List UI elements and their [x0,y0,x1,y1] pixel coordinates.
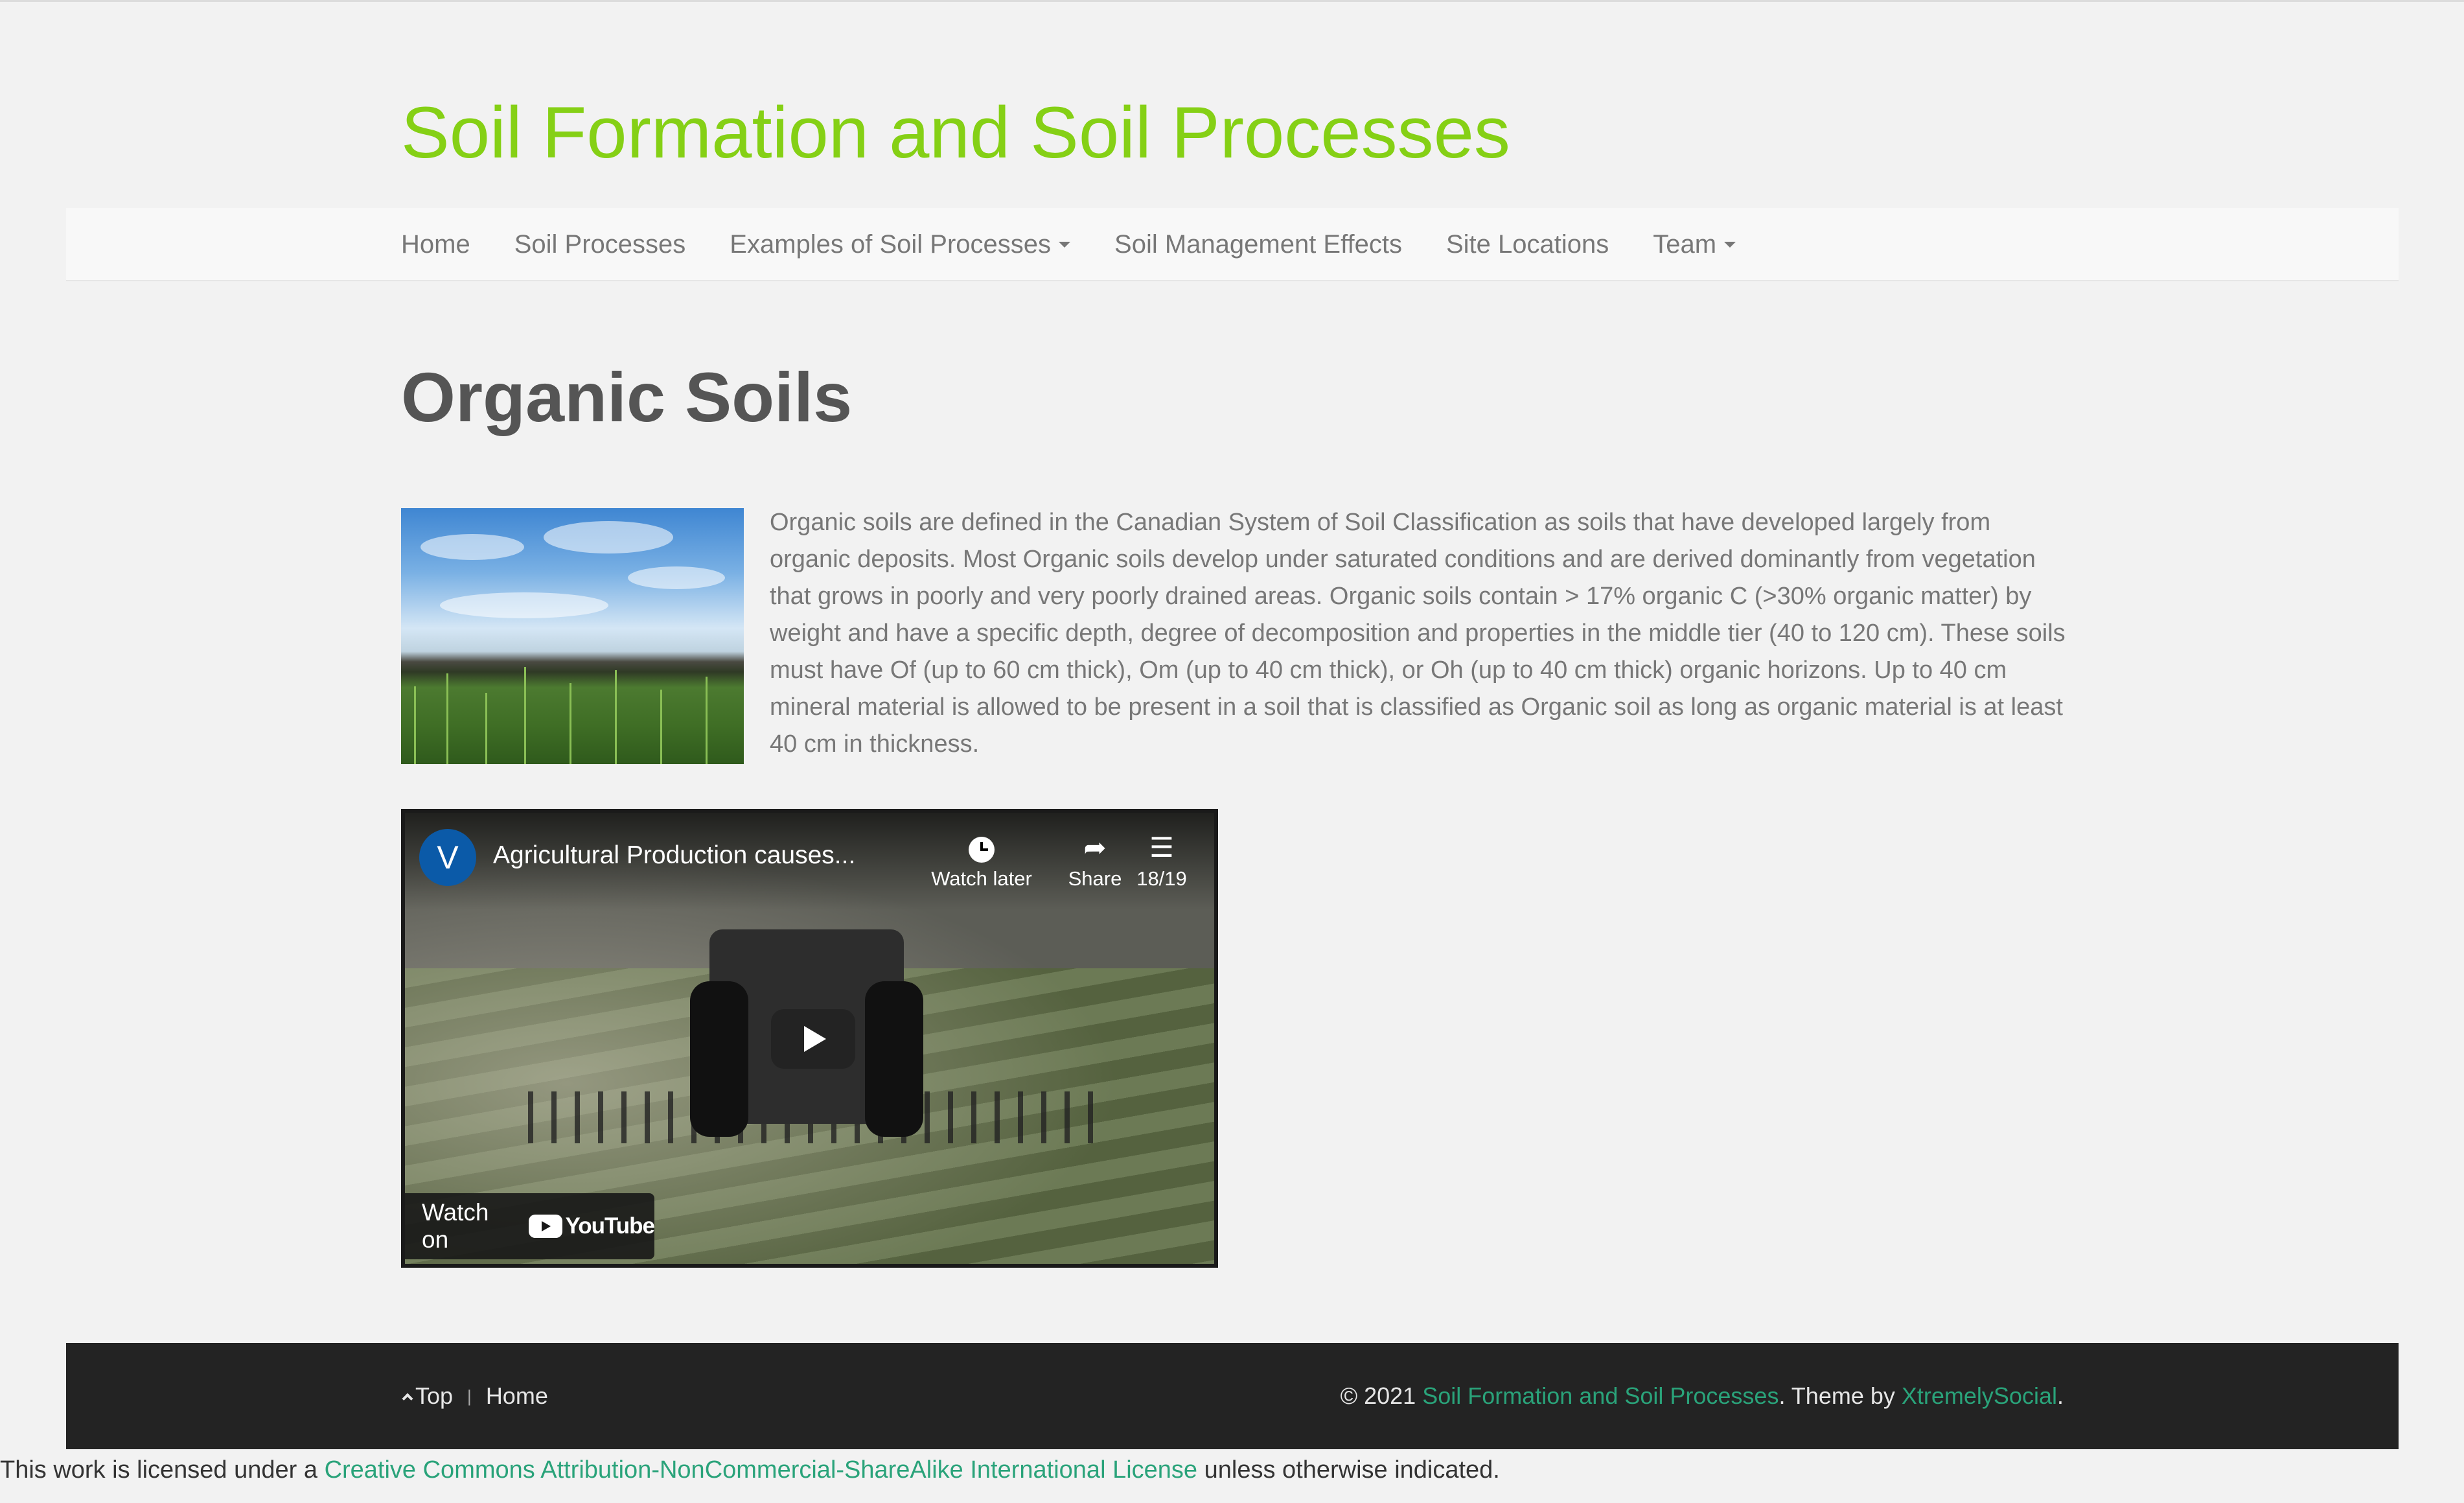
nav-item-label: Team [1653,230,1717,259]
copyright-text: © 2021 [1340,1382,1416,1409]
watch-on-youtube-button[interactable]: Watch on YouTube [405,1193,655,1259]
youtube-video-embed[interactable]: V Agricultural Production causes... Watc… [401,809,1218,1268]
site-footer: Top | Home © 2021 Soil Formation and Soi… [66,1343,2399,1449]
nav-item-home[interactable]: Home [401,230,470,259]
watch-later-label: Watch later [931,867,1032,890]
page-title: Organic Soils [401,358,853,436]
nav-item-soil-management-effects[interactable]: Soil Management Effects [1114,230,1402,259]
site-title[interactable]: Soil Formation and Soil Processes [401,91,1510,175]
top-link-label: Top [415,1382,454,1409]
nav-item-label: Home [401,230,470,259]
main-navbar: Home Soil Processes Examples of Soil Pro… [66,208,2399,281]
playlist-button[interactable]: ☰ 18/19 [1097,832,1214,891]
footer-nav: Top | Home [401,1343,548,1449]
caret-down-icon [1059,242,1071,248]
chevron-up-icon [402,1393,413,1404]
watch-later-button[interactable]: Watch later [927,832,1037,891]
theme-author-link[interactable]: XtremelySocial [1902,1382,2057,1410]
nav-item-team-dropdown[interactable]: Team [1653,230,1736,259]
youtube-logo: YouTube [529,1213,655,1239]
nav-item-label: Examples of Soil Processes [730,230,1052,259]
top-border [0,0,2464,2]
license-suffix: unless otherwise indicated. [1204,1456,1500,1484]
footer-separator: | [467,1386,472,1406]
back-to-top-link[interactable]: Top [401,1382,453,1410]
nav-item-label: Soil Processes [514,230,686,259]
footer-home-link[interactable]: Home [486,1382,548,1410]
channel-avatar[interactable]: V [419,829,476,886]
nav-menu: Home Soil Processes Examples of Soil Pro… [401,208,1780,281]
play-button[interactable] [771,1009,855,1069]
youtube-play-icon [529,1215,563,1238]
organic-soil-field-photo [401,508,744,764]
youtube-wordmark: YouTube [565,1213,655,1239]
license-link[interactable]: Creative Commons Attribution-NonCommerci… [325,1456,1197,1484]
video-title[interactable]: Agricultural Production causes... [493,841,855,870]
theme-by-text: . Theme by [1779,1382,1895,1409]
license-prefix: This work is licensed under a [0,1456,317,1484]
nav-item-soil-processes[interactable]: Soil Processes [514,230,686,259]
theme-suffix: . [2056,1382,2064,1409]
nav-item-examples-dropdown[interactable]: Examples of Soil Processes [730,230,1071,259]
footer-site-link[interactable]: Soil Formation and Soil Processes [1422,1382,1779,1410]
page-body-text: Organic soils are defined in the Canadia… [770,509,2066,758]
watch-on-label: Watch on [422,1199,489,1253]
clock-icon [969,836,995,863]
caret-down-icon [1724,242,1736,248]
license-notice: This work is licensed under a Creative C… [0,1454,1500,1486]
nav-item-label: Soil Management Effects [1114,230,1402,259]
footer-copyright: © 2021 Soil Formation and Soil Processes… [1341,1343,2064,1449]
playlist-icon: ☰ [1149,832,1174,863]
playlist-position: 18/19 [1136,867,1187,890]
nav-item-site-locations[interactable]: Site Locations [1446,230,1609,259]
nav-item-label: Site Locations [1445,230,1609,259]
